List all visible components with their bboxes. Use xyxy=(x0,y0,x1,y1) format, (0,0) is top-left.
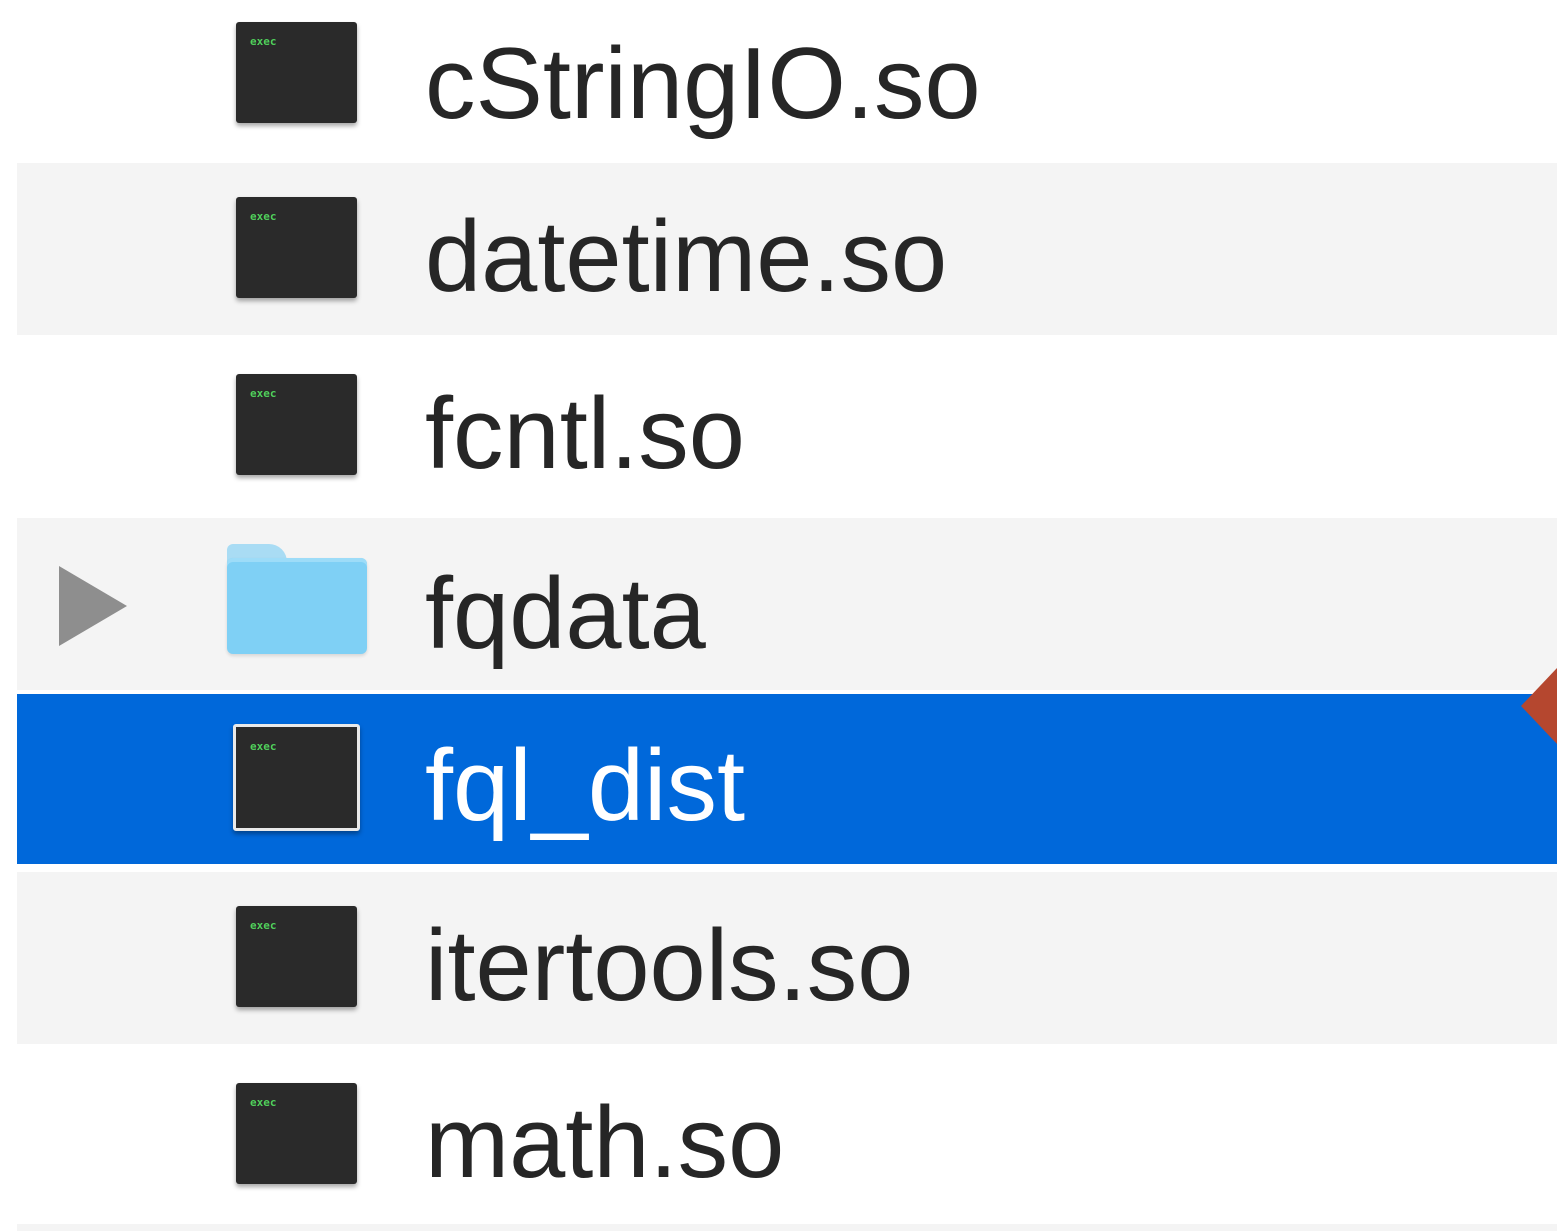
list-item-partial xyxy=(17,1224,1557,1231)
disclosure-triangle-icon[interactable] xyxy=(59,566,127,646)
list-item-itertools[interactable]: exec itertools.so xyxy=(17,872,1557,1044)
file-list: exec cStringIO.so exec datetime.so exec … xyxy=(17,0,1557,1231)
list-item-datetime[interactable]: exec datetime.so xyxy=(17,163,1557,335)
executable-icon: exec xyxy=(236,22,357,123)
list-item-fcntl[interactable]: exec fcntl.so xyxy=(17,340,1557,512)
exec-icon-label: exec xyxy=(250,35,277,48)
exec-icon-label: exec xyxy=(250,740,277,753)
executable-icon: exec xyxy=(233,724,360,831)
executable-icon: exec xyxy=(236,1083,357,1184)
file-name: fql_dist xyxy=(425,730,746,842)
file-name: math.so xyxy=(425,1087,785,1199)
executable-icon: exec xyxy=(236,906,357,1007)
list-item-fqdata[interactable]: fqdata xyxy=(17,518,1557,690)
exec-icon-label: exec xyxy=(250,919,277,932)
executable-icon: exec xyxy=(236,374,357,475)
file-name: fqdata xyxy=(425,558,706,670)
file-name: fcntl.so xyxy=(425,378,745,490)
exec-icon-label: exec xyxy=(250,387,277,400)
file-name: itertools.so xyxy=(425,910,914,1022)
file-name: cStringIO.so xyxy=(425,28,981,140)
folder-icon xyxy=(227,544,367,656)
arrow-pointer-icon xyxy=(1521,668,1557,744)
file-name: datetime.so xyxy=(425,201,948,313)
exec-icon-label: exec xyxy=(250,1096,277,1109)
exec-icon-label: exec xyxy=(250,210,277,223)
executable-icon: exec xyxy=(236,197,357,298)
list-item-fql-dist[interactable]: exec fql_dist xyxy=(17,694,1557,864)
list-item-cstringio[interactable]: exec cStringIO.so xyxy=(17,0,1557,162)
list-item-math[interactable]: exec math.so xyxy=(17,1049,1557,1221)
